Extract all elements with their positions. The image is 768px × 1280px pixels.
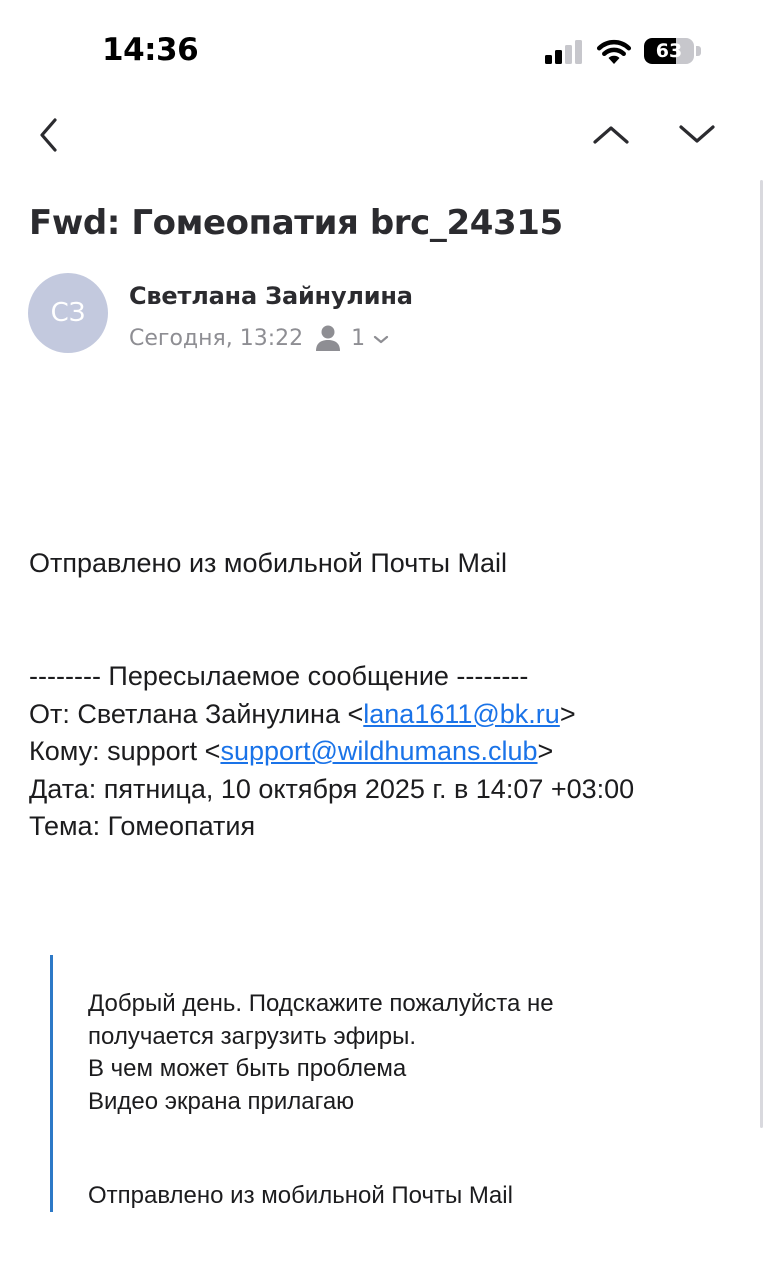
recipients-toggle[interactable]: 1 bbox=[303, 324, 389, 352]
from-email-link[interactable]: lana1611@bk.ru bbox=[363, 699, 560, 729]
battery-level: 63 bbox=[655, 40, 683, 62]
forward-header-block: -------- Пересылаемое сообщение --------… bbox=[29, 658, 634, 846]
scrollbar[interactable] bbox=[760, 180, 763, 1128]
to-line: Кому: support <support@wildhumans.club> bbox=[29, 733, 634, 771]
subject-line: Тема: Гомеопатия bbox=[29, 811, 256, 841]
wifi-icon bbox=[596, 39, 632, 64]
status-bar: 14:36 63 bbox=[0, 0, 768, 100]
quoted-line: Добрый день. Подскажите пожалуйста не bbox=[88, 990, 554, 1017]
quoted-line: Видео экрана прилагаю bbox=[88, 1087, 355, 1115]
email-meta: Сегодня, 13:22 1 bbox=[129, 322, 389, 354]
battery-body: 63 bbox=[644, 38, 694, 64]
quoted-message: Добрый день. Подскажите пожалуйста не по… bbox=[88, 988, 554, 1118]
chevron-up-icon[interactable] bbox=[588, 114, 634, 154]
avatar[interactable]: СЗ bbox=[28, 273, 108, 353]
forward-header: -------- Пересылаемое сообщение -------- bbox=[29, 661, 529, 691]
from-label: От: Светлана Зайнулина < bbox=[29, 698, 364, 729]
recipients-count: 1 bbox=[351, 325, 366, 351]
signal-icon bbox=[545, 40, 582, 64]
email-subject: Fwd: Гомеопатия brc_24315 bbox=[29, 203, 563, 243]
from-close: > bbox=[559, 698, 576, 729]
chevron-down-icon[interactable] bbox=[674, 114, 720, 154]
person-icon bbox=[316, 325, 341, 351]
from-line: От: Светлана Зайнулина <lana1611@bk.ru> bbox=[29, 696, 634, 734]
quote-bar bbox=[50, 955, 53, 1212]
chevron-down-icon bbox=[374, 335, 389, 344]
sender-name[interactable]: Светлана Зайнулина bbox=[129, 282, 413, 310]
quoted-line: В чем может быть проблема bbox=[88, 1055, 407, 1082]
chevron-left-icon[interactable] bbox=[28, 110, 72, 160]
to-email-link[interactable]: support@wildhumans.club bbox=[220, 736, 537, 766]
to-label: Кому: support < bbox=[29, 736, 221, 766]
status-time: 14:36 bbox=[102, 32, 199, 68]
quoted-signature: Отправлено из мобильной Почты Mail bbox=[88, 1182, 513, 1209]
email-date: Сегодня, 13:22 bbox=[129, 325, 304, 351]
date-line: Дата: пятница, 10 октября 2025 г. в 14:0… bbox=[29, 773, 635, 804]
signature: Отправлено из мобильной Почты Mail bbox=[29, 548, 508, 578]
battery-icon: 63 bbox=[644, 38, 702, 64]
quoted-line: получается загрузить эфиры. bbox=[88, 1022, 417, 1050]
battery-tip bbox=[696, 46, 701, 56]
to-close: > bbox=[537, 736, 554, 766]
